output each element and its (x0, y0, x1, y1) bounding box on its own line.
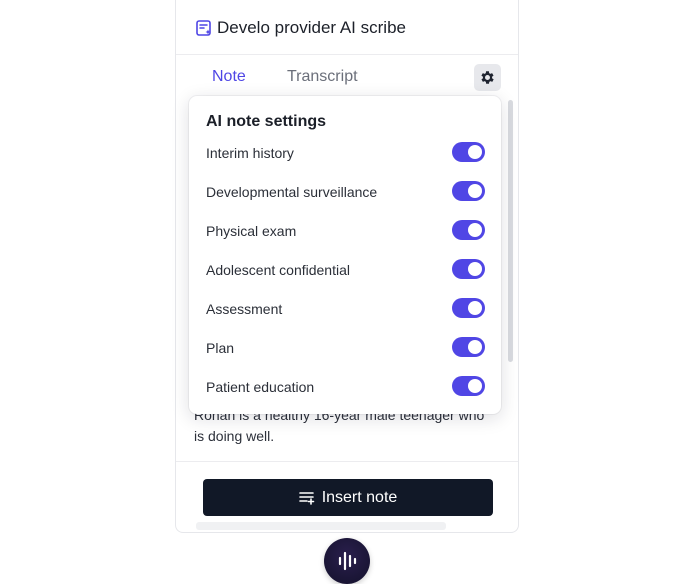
setting-plan: Plan (189, 333, 501, 363)
toggle-patient-education[interactable] (452, 376, 485, 396)
setting-developmental-surveillance: Developmental surveillance (189, 177, 501, 207)
toggle-assessment[interactable] (452, 298, 485, 318)
note-sparkle-icon (196, 20, 211, 36)
setting-label: Plan (206, 340, 235, 356)
setting-label: Physical exam (206, 223, 297, 239)
toggle-knob (468, 379, 482, 393)
ai-note-settings-menu: AI note settings Interim history Develop… (189, 96, 501, 414)
toggle-knob (468, 223, 482, 237)
setting-label: Adolescent confidential (206, 262, 350, 278)
setting-adolescent-confidential: Adolescent confidential (189, 255, 501, 285)
toggle-knob (468, 145, 482, 159)
toggle-physical-exam[interactable] (452, 220, 485, 240)
insert-note-label: Insert note (321, 488, 398, 506)
list-plus-icon (298, 491, 314, 505)
toggle-knob (468, 184, 482, 198)
scrollbar[interactable] (508, 100, 513, 362)
settings-menu-title: AI note settings (206, 113, 327, 130)
panel-header: Develo provider AI scribe (176, 0, 518, 55)
tab-note[interactable]: Note (212, 68, 246, 86)
setting-interim-history: Interim history (189, 138, 501, 168)
settings-button[interactable] (474, 64, 501, 91)
insert-note-button[interactable]: Insert note (203, 479, 493, 516)
toggle-knob (468, 262, 482, 276)
tab-bar: Note Transcript (176, 55, 518, 99)
setting-label: Developmental surveillance (206, 184, 378, 200)
toggle-interim-history[interactable] (452, 142, 485, 162)
toggle-knob (468, 340, 482, 354)
waveform-icon (338, 551, 357, 571)
setting-label: Patient education (206, 379, 315, 395)
setting-assessment: Assessment (189, 294, 501, 324)
note-summary-line: is doing well. (194, 428, 275, 444)
setting-patient-education: Patient education (189, 372, 501, 402)
panel-footer: Insert note (176, 461, 518, 532)
setting-physical-exam: Physical exam (189, 216, 501, 246)
toggle-developmental-surveillance[interactable] (452, 181, 485, 201)
faded-line (196, 522, 446, 530)
setting-label: Assessment (206, 301, 283, 317)
toggle-knob (468, 301, 482, 315)
page-title: Develo provider AI scribe (217, 18, 406, 37)
tab-transcript[interactable]: Transcript (287, 68, 358, 86)
gear-icon (481, 71, 494, 84)
toggle-adolescent-confidential[interactable] (452, 259, 485, 279)
setting-label: Interim history (206, 145, 294, 161)
record-button[interactable] (324, 538, 370, 584)
toggle-plan[interactable] (452, 337, 485, 357)
